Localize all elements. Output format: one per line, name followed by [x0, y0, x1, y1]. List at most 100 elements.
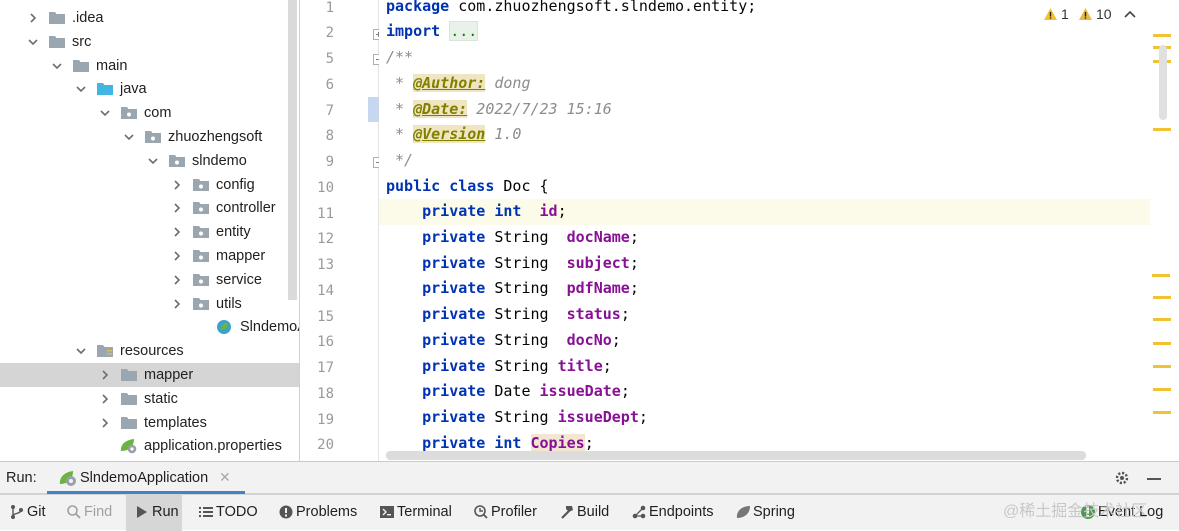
line-number[interactable]: 6: [300, 76, 334, 94]
tree-item-mapper[interactable]: mapper: [0, 363, 300, 387]
tree-item-resources[interactable]: resources: [0, 339, 300, 363]
warning-stripe-mark[interactable]: [1153, 388, 1171, 391]
line-number[interactable]: 14: [300, 282, 334, 300]
tree-item-label: main: [96, 57, 128, 74]
chevron-right-icon[interactable]: [26, 6, 40, 30]
todo-button[interactable]: TODO: [198, 495, 260, 531]
line-number[interactable]: 17: [300, 359, 334, 377]
tree-item-templates[interactable]: templates: [0, 411, 300, 435]
gear-icon[interactable]: [1114, 470, 1130, 486]
line-number[interactable]: 20: [300, 436, 334, 454]
line-number[interactable]: 1: [300, 0, 334, 17]
line-number[interactable]: 8: [300, 127, 334, 145]
chevron-right-icon[interactable]: [170, 173, 184, 197]
tree-item-service[interactable]: service: [0, 268, 300, 292]
warning-stripe-mark[interactable]: [1153, 411, 1171, 414]
tree-item-slndemoappl[interactable]: SlndemoAppl: [0, 315, 300, 339]
line-number[interactable]: 19: [300, 411, 334, 429]
tree-item-src[interactable]: src: [0, 30, 300, 54]
tree-item-main[interactable]: main: [0, 54, 300, 78]
tree-item-controller[interactable]: controller: [0, 196, 300, 220]
line-number[interactable]: 5: [300, 50, 334, 68]
tree-item-com[interactable]: com: [0, 101, 300, 125]
spring-button[interactable]: Spring: [735, 495, 797, 531]
endpoints-button[interactable]: Endpoints: [631, 495, 715, 531]
hammer-icon: [561, 506, 573, 519]
tree-item-slndemo[interactable]: slndemo: [0, 149, 300, 173]
javadoc-tag: @Version: [413, 125, 486, 143]
chevron-down-icon[interactable]: [146, 149, 160, 173]
code-editor[interactable]: package com.zhuozhengsoft.slndemo.entity…: [379, 0, 1169, 461]
line-number[interactable]: 7: [300, 102, 334, 120]
tree-item-label: resources: [120, 343, 184, 360]
warning-stripe-mark[interactable]: [1153, 365, 1171, 368]
close-icon[interactable]: ✕: [219, 469, 231, 486]
line-number[interactable]: 18: [300, 385, 334, 403]
chevron-right-icon[interactable]: [170, 220, 184, 244]
spring-boot-icon: [59, 471, 76, 486]
folded-imports[interactable]: ...: [449, 21, 479, 41]
warning-stripe-mark[interactable]: [1153, 342, 1171, 345]
project-scrollbar[interactable]: [288, 0, 297, 300]
source-folder-icon: [96, 81, 114, 97]
git-button[interactable]: Git: [9, 495, 59, 531]
profiler-icon: [474, 505, 488, 519]
folder-icon: [120, 415, 138, 431]
run-label-tool: Run: [152, 504, 179, 520]
line-number[interactable]: 9: [300, 153, 334, 171]
field-line-status: private String status;: [422, 305, 630, 323]
chevron-down-icon[interactable]: [74, 77, 88, 101]
warning-stripe-mark[interactable]: [1152, 274, 1170, 277]
chevron-down-icon[interactable]: [50, 54, 64, 78]
tree-item-label: mapper: [144, 367, 194, 383]
chevron-down-icon[interactable]: [26, 30, 40, 54]
warning-stripe-mark[interactable]: [1153, 318, 1171, 321]
run-config-tab[interactable]: SlndemoApplication ✕: [47, 462, 245, 494]
chevron-right-icon[interactable]: [98, 411, 112, 435]
chevron-down-icon[interactable]: [98, 101, 112, 125]
warning-stripe-mark[interactable]: [1153, 296, 1171, 299]
tree-item-config[interactable]: config: [0, 173, 300, 197]
terminal-button[interactable]: Terminal: [379, 495, 455, 531]
profiler-label: Profiler: [491, 504, 537, 520]
chevron-right-icon[interactable]: [98, 387, 112, 411]
editor-horizontal-scrollbar[interactable]: [386, 451, 1086, 460]
git-label: Git: [27, 504, 46, 520]
editor-scrollbar[interactable]: [1159, 45, 1167, 120]
chevron-down-icon[interactable]: [122, 125, 136, 149]
field-name: subject: [566, 254, 630, 272]
line-number[interactable]: 11: [300, 205, 334, 223]
tree-item-utils[interactable]: utils: [0, 292, 300, 316]
tree-item-application-properties[interactable]: application.properties: [0, 434, 300, 458]
line-number[interactable]: 15: [300, 308, 334, 326]
find-button[interactable]: Find: [66, 495, 124, 531]
profiler-button[interactable]: Profiler: [473, 495, 541, 531]
chevron-right-icon[interactable]: [170, 268, 184, 292]
tree-item-java[interactable]: java: [0, 77, 300, 101]
line-number[interactable]: 13: [300, 256, 334, 274]
line-number[interactable]: 10: [300, 179, 334, 197]
minimize-icon[interactable]: [1147, 478, 1161, 480]
tree-item-label: service: [216, 271, 262, 288]
tree-item-mapper[interactable]: mapper: [0, 244, 300, 268]
chevron-right-icon[interactable]: [98, 363, 112, 387]
tree-item-zhuozhengsoft[interactable]: zhuozhengsoft: [0, 125, 300, 149]
chevron-right-icon[interactable]: [170, 244, 184, 268]
tree-item-static[interactable]: static: [0, 387, 300, 411]
chevron-up-icon[interactable]: [1124, 9, 1136, 19]
modifier-keyword: private: [422, 279, 486, 297]
line-number[interactable]: 12: [300, 230, 334, 248]
chevron-down-icon[interactable]: [74, 339, 88, 363]
run-button[interactable]: Run: [126, 495, 182, 531]
chevron-right-icon[interactable]: [170, 196, 184, 220]
chevron-right-icon[interactable]: [170, 292, 184, 316]
build-button[interactable]: Build: [559, 495, 611, 531]
tree-item-label: utils: [216, 295, 242, 312]
problems-button[interactable]: Problems: [278, 495, 358, 531]
warning-stripe-mark[interactable]: [1153, 34, 1171, 37]
tree-item--idea[interactable]: .idea: [0, 6, 300, 30]
line-number[interactable]: 16: [300, 333, 334, 351]
line-number[interactable]: 2: [300, 24, 334, 42]
warning-stripe-mark[interactable]: [1153, 128, 1171, 131]
tree-item-entity[interactable]: entity: [0, 220, 300, 244]
